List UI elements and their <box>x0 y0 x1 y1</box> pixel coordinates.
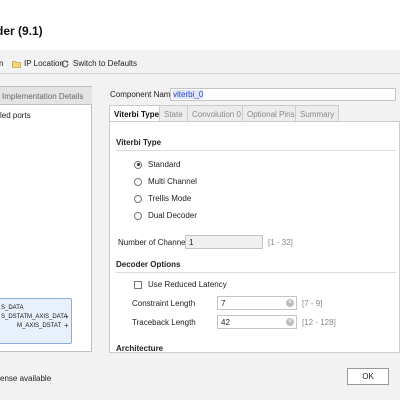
tab-viterbi-type[interactable]: Viterbi Type <box>109 105 165 122</box>
tab-summary[interactable]: Summary <box>295 105 340 122</box>
component-name-label: Component Name <box>110 90 175 99</box>
radio-button-selected[interactable] <box>134 160 142 169</box>
radio-label: Dual Decoder <box>148 211 197 220</box>
section-title-decoder-options: Decoder Options <box>116 260 181 269</box>
tab-state[interactable]: State <box>159 105 188 122</box>
radio-label: Standard <box>148 160 181 169</box>
ip-location-button[interactable]: IP Location <box>12 59 64 68</box>
ip-symbol-block: S_DATA S_DSTAT M_AXIS_DATA M_AXIS_DSTAT … <box>0 298 72 344</box>
radio-button[interactable] <box>134 194 142 203</box>
toolbar: n IP Location Switch to Defaults <box>0 52 400 74</box>
section-title-viterbi-type: Viterbi Type <box>116 138 162 147</box>
number-of-channels-input[interactable]: 1 <box>185 235 263 249</box>
port-label: M_AXIS_DATA <box>27 314 68 320</box>
port-label: M_AXIS_DSTAT <box>17 323 62 329</box>
expand-plus-icon[interactable]: + <box>64 321 69 330</box>
channels-range: [1 - 32] <box>268 238 293 247</box>
radio-trellis-mode[interactable]: Trellis Mode <box>134 194 191 203</box>
traceback-length-input[interactable]: 42 × <box>217 315 297 329</box>
radio-button[interactable] <box>134 211 142 220</box>
tab-convolution-0[interactable]: Convolution 0 <box>187 105 246 122</box>
window-title: der (9.1) <box>0 24 43 38</box>
show-disabled-ports-label[interactable]: led ports <box>0 111 31 120</box>
radio-dual-decoder[interactable]: Dual Decoder <box>134 211 197 220</box>
clear-icon[interactable]: × <box>286 299 294 307</box>
folder-icon <box>12 60 21 68</box>
ok-button[interactable]: OK <box>347 368 389 385</box>
constraint-length-label: Constraint Length <box>132 299 196 308</box>
traceback-length-label: Traceback Length <box>132 318 196 327</box>
title-bar: der (9.1) <box>0 0 400 50</box>
checkbox-label: Use Reduced Latency <box>148 280 227 289</box>
tab-implementation-details[interactable]: Implementation Details <box>0 87 92 105</box>
constraint-length-input[interactable]: 7 × <box>217 296 297 310</box>
tab-content-viterbi-type: Viterbi Type Standard Multi Channel Trel… <box>109 121 400 353</box>
radio-standard[interactable]: Standard <box>134 160 180 169</box>
documentation-button[interactable]: n <box>0 59 3 68</box>
license-status-text: ense available <box>0 374 52 383</box>
switch-to-defaults-button[interactable]: Switch to Defaults <box>61 59 137 68</box>
toolbar-item-label: Switch to Defaults <box>73 59 138 68</box>
field-value: 7 <box>221 299 226 308</box>
constraint-length-range: [7 - 9] <box>302 299 323 308</box>
refresh-icon <box>61 59 70 68</box>
expand-plus-icon[interactable]: + <box>64 312 69 321</box>
checkbox[interactable] <box>134 280 142 289</box>
port-label: S_DATA <box>1 305 24 311</box>
radio-label: Multi Channel <box>148 177 197 186</box>
radio-multi-channel[interactable]: Multi Channel <box>134 177 197 186</box>
left-panel: Implementation Details led ports S_DATA … <box>0 86 92 352</box>
divider <box>116 272 396 273</box>
radio-label: Trellis Mode <box>148 194 192 203</box>
number-of-channels-label: Number of Channels <box>118 238 192 247</box>
clear-icon[interactable]: × <box>286 318 294 326</box>
divider <box>116 150 396 151</box>
radio-button[interactable] <box>134 177 142 186</box>
tab-label: Implementation Details <box>2 92 84 101</box>
field-value: 42 <box>221 318 230 327</box>
use-reduced-latency-checkbox[interactable]: Use Reduced Latency <box>134 280 227 289</box>
toolbar-item-label: IP Location <box>24 59 64 68</box>
section-title-architecture: Architecture <box>116 344 164 353</box>
tab-bar: Viterbi Type State Convolution 0 Optiona… <box>109 105 400 122</box>
port-label: S_DSTAT <box>1 314 28 320</box>
traceback-length-range: [12 - 128] <box>302 318 336 327</box>
tab-optional-pins[interactable]: Optional Pins <box>242 105 300 122</box>
toolbar-item-label: n <box>0 59 4 68</box>
component-name-input[interactable]: viterbi_0 <box>170 88 396 101</box>
field-value: 1 <box>189 238 194 247</box>
component-name-value: viterbi_0 <box>173 90 204 99</box>
